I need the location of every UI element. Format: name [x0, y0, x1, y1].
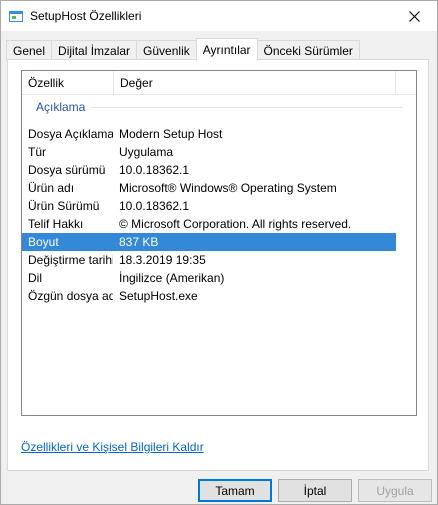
column-header-property[interactable]: Özellik	[22, 71, 114, 95]
list-item[interactable]: Telif Hakkı © Microsoft Corporation. All…	[22, 215, 416, 233]
property-value: İngilizce (Amerikan)	[119, 271, 225, 285]
property-value: 10.0.18362.1	[119, 163, 190, 177]
property-name: Ürün adı	[28, 181, 75, 195]
group-header: Açıklama	[22, 98, 416, 116]
window-title: SetupHost Özellikleri	[30, 9, 142, 23]
list-item[interactable]: Ürün Sürümü 10.0.18362.1	[22, 197, 416, 215]
list-item-selected[interactable]: Boyut 837 KB	[22, 233, 396, 251]
ok-button[interactable]: Tamam	[198, 479, 272, 502]
tab-general[interactable]: Genel	[6, 40, 53, 60]
property-value: Microsoft® Windows® Operating System	[119, 181, 337, 195]
property-value: 10.0.18362.1	[119, 199, 190, 213]
column-header-filler	[396, 71, 416, 95]
property-value: Modern Setup Host	[119, 127, 223, 141]
apply-button[interactable]: Uygula	[358, 479, 432, 502]
list-item[interactable]: Değiştirme tarihi 18.3.2019 19:35	[22, 251, 416, 269]
list-item[interactable]: Dil İngilizce (Amerikan)	[22, 269, 416, 287]
property-name: Boyut	[28, 235, 59, 249]
property-value: 837 KB	[119, 235, 159, 249]
property-name: Dil	[28, 271, 42, 285]
property-name: Özgün dosya adı	[28, 289, 113, 303]
tab-previous-versions[interactable]: Önceki Sürümler	[256, 40, 360, 60]
property-name: Değiştirme tarihi	[28, 253, 113, 267]
close-button[interactable]	[391, 1, 437, 31]
property-name: Tür	[28, 145, 46, 159]
tab-bar: Genel Dijital İmzalar Güvenlik Ayrıntıla…	[6, 38, 360, 61]
title-bar[interactable]: SetupHost Özellikleri	[1, 1, 437, 31]
tab-security[interactable]: Güvenlik	[136, 40, 197, 60]
property-value: © Microsoft Corporation. All rights rese…	[119, 217, 352, 231]
remove-properties-link[interactable]: Özellikleri ve Kişisel Bilgileri Kaldır	[21, 440, 204, 454]
details-panel: Özellik Değer Açıklama Dosya Açıklaması …	[7, 59, 429, 471]
group-label-description: Açıklama	[36, 100, 86, 114]
list-item[interactable]: Dosya Açıklaması Modern Setup Host	[22, 125, 416, 143]
tab-digital-signatures[interactable]: Dijital İmzalar	[51, 40, 138, 60]
cancel-button[interactable]: İptal	[278, 479, 352, 502]
property-name: Ürün Sürümü	[28, 199, 100, 213]
list-item[interactable]: Dosya sürümü 10.0.18362.1	[22, 161, 416, 179]
list-item[interactable]: Tür Uygulama	[22, 143, 416, 161]
tab-details[interactable]: Ayrıntılar	[195, 38, 258, 61]
group-divider	[91, 106, 402, 108]
close-icon	[408, 10, 420, 22]
property-name: Dosya sürümü	[28, 163, 106, 177]
property-name: Telif Hakkı	[28, 217, 84, 231]
property-name: Dosya Açıklaması	[28, 127, 113, 141]
property-rows: Dosya Açıklaması Modern Setup Host Tür U…	[22, 125, 416, 305]
details-list[interactable]: Özellik Değer Açıklama Dosya Açıklaması …	[21, 70, 417, 416]
list-item[interactable]: Ürün adı Microsoft® Windows® Operating S…	[22, 179, 416, 197]
list-item[interactable]: Özgün dosya adı SetupHost.exe	[22, 287, 416, 305]
properties-dialog: SetupHost Özellikleri Genel Dijital İmza…	[0, 0, 438, 505]
list-header: Özellik Değer	[22, 71, 416, 95]
property-value: Uygulama	[119, 145, 174, 159]
setup-app-icon	[9, 10, 23, 22]
property-value: 18.3.2019 19:35	[119, 253, 206, 267]
column-header-value[interactable]: Değer	[114, 71, 396, 95]
property-value: SetupHost.exe	[119, 289, 198, 303]
